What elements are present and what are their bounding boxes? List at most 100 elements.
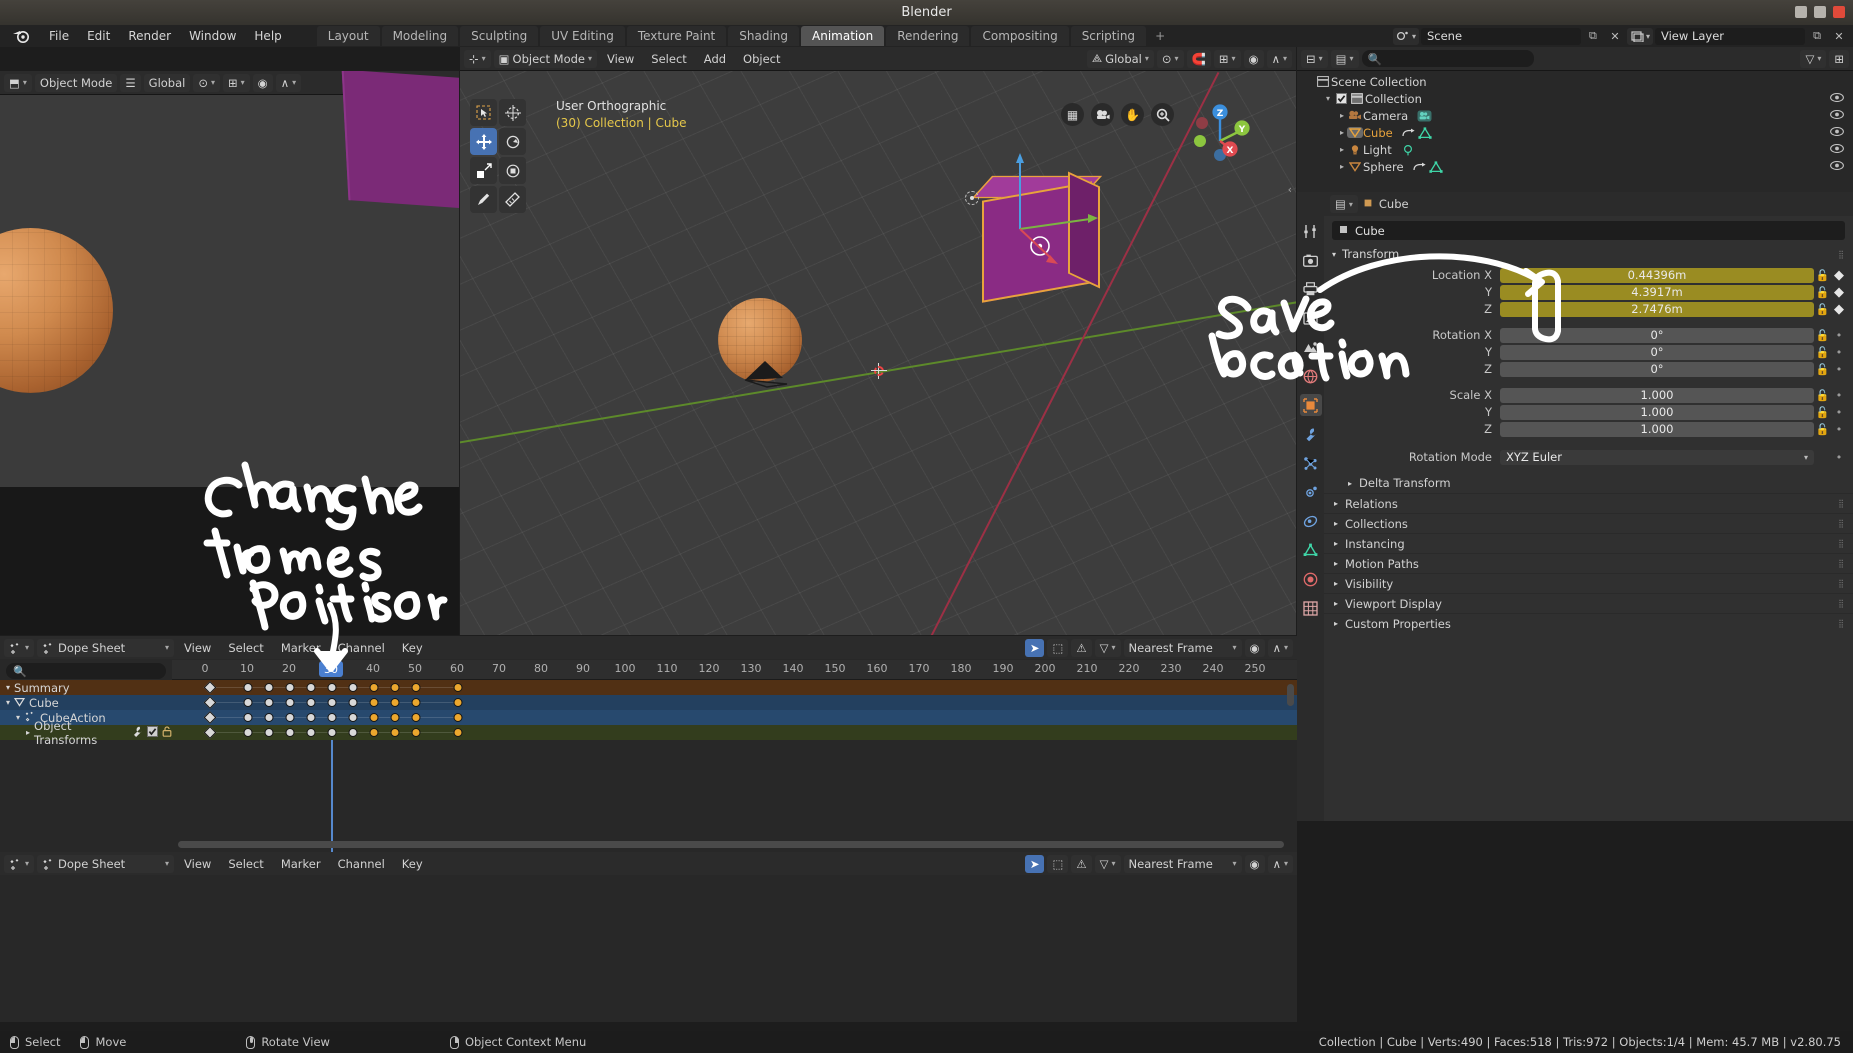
panel-custom-properties[interactable]: ▸ Custom Properties ⣿ — [1324, 613, 1853, 633]
properties-tab-physics[interactable] — [1300, 481, 1322, 503]
viewport-menu-select[interactable]: Select — [644, 52, 693, 66]
wrench-icon[interactable] — [131, 726, 143, 740]
lock-icon[interactable] — [162, 725, 172, 740]
scale-tool[interactable] — [470, 157, 497, 184]
rotation-x-field[interactable]: 0° — [1500, 327, 1814, 343]
left-orientation-selector[interactable]: Global — [143, 73, 191, 92]
properties-tab-output[interactable] — [1300, 278, 1322, 300]
scale-x-field[interactable]: 1.000 — [1500, 387, 1814, 403]
properties-tab-render[interactable] — [1300, 249, 1322, 271]
dopesheet-bottom-menu-channel[interactable]: Channel — [331, 857, 392, 871]
3d-viewport[interactable]: ⊹ ▾ ▣ Object Mode ▾ View Select Add Object… — [460, 47, 1296, 635]
panel-relations[interactable]: ▸ Relations ⣿ — [1324, 493, 1853, 513]
close-button[interactable] — [1833, 6, 1845, 18]
menu-file[interactable]: File — [40, 27, 78, 45]
dopesheet-vertical-scrollbar[interactable] — [1287, 684, 1294, 706]
tweak-tool[interactable] — [470, 99, 497, 126]
left-snap-icon[interactable]: ⊞ ▾ — [223, 73, 250, 92]
dopesheet-only-selected-button[interactable]: ⬚ — [1047, 638, 1069, 657]
properties-tab-constraints[interactable] — [1300, 510, 1322, 532]
scene-duplicate-icon[interactable]: ⧉ — [1583, 28, 1603, 45]
properties-tab-texture[interactable] — [1300, 597, 1322, 619]
workspace-tab-scripting[interactable]: Scripting — [1070, 26, 1147, 46]
location-x-keyframe-icon[interactable]: ◆ — [1831, 268, 1847, 283]
left-preview-editor[interactable]: ⬒ ▾ Object Mode ☰ Global ⊙ ▾ ⊞ ▾ ◉ ∧ ▾ — [0, 71, 459, 487]
cube-visibility-eye-icon[interactable] — [1830, 126, 1844, 139]
dopesheet-bottom-proportional-edit-button[interactable]: ➤ — [1024, 854, 1045, 873]
view-layer-name-field[interactable]: View Layer — [1655, 27, 1805, 45]
dopesheet-falloff-icon[interactable]: ∧ ▾ — [1267, 638, 1293, 657]
rotation-mode-keyframe-icon[interactable]: • — [1831, 451, 1847, 464]
menu-edit[interactable]: Edit — [78, 27, 119, 45]
dopesheet-bottom-editor-type-icon[interactable]: ▾ — [4, 854, 35, 873]
outliner-row-cube[interactable]: ▸ Cube — [1297, 124, 1853, 141]
animation-icon[interactable] — [1401, 127, 1417, 139]
properties-tab-particles[interactable] — [1300, 452, 1322, 474]
panel-delta-transform[interactable]: ▸ Delta Transform — [1324, 473, 1853, 493]
dopesheet-horizontal-scrollbar[interactable] — [178, 841, 1284, 848]
location-x-lock-icon[interactable]: 🔓 — [1814, 269, 1831, 282]
dopesheet-snap-mode-dropdown[interactable]: Nearest Frame ▾ — [1123, 638, 1242, 657]
camera-view-icon[interactable] — [1091, 103, 1114, 126]
dopesheet-bottom-only-selected-button[interactable]: ⬚ — [1047, 854, 1069, 873]
dopesheet-bottom-snap-mode-dropdown[interactable]: Nearest Frame ▾ — [1123, 854, 1242, 873]
snap-magnet-icon[interactable]: 🧲 — [1186, 49, 1211, 68]
window-controls[interactable] — [1795, 6, 1845, 18]
sphere-visibility-eye-icon[interactable] — [1830, 160, 1844, 173]
light-expand-arrow-icon[interactable]: ▸ — [1337, 145, 1347, 154]
outliner-filter-icon[interactable]: ▽ ▾ — [1800, 49, 1827, 68]
panel-instancing[interactable]: ▸ Instancing ⣿ — [1324, 533, 1853, 553]
channel-row-cubeaction[interactable]: ▾ CubeAction — [0, 710, 1297, 725]
current-frame-indicator[interactable]: 30 — [319, 661, 343, 677]
mesh-data-icon[interactable] — [1417, 126, 1433, 139]
location-y-keyframe-icon[interactable]: ◆ — [1831, 285, 1847, 300]
properties-tab-tool[interactable] — [1300, 220, 1322, 242]
left-pivot-icon[interactable]: ⊙ ▾ — [193, 73, 220, 92]
light-visibility-eye-icon[interactable] — [1830, 143, 1844, 156]
object-name-field[interactable]: Cube — [1332, 221, 1845, 240]
properties-editor[interactable]: ▤ ▾ Cube Cube ▾ Transform ⣿ Location X 0… — [1297, 192, 1853, 821]
properties-tab-scene[interactable] — [1300, 336, 1322, 358]
panel-visibility[interactable]: ▸ Visibility ⣿ — [1324, 573, 1853, 593]
dopesheet-bottom-falloff-icon[interactable]: ∧ ▾ — [1267, 854, 1293, 873]
rotation-z-field[interactable]: 0° — [1500, 361, 1814, 377]
location-y-lock-icon[interactable]: 🔓 — [1814, 286, 1831, 299]
dopesheet-editor-type-icon[interactable]: ▾ — [4, 638, 35, 657]
object-mode-selector[interactable]: ▣ Object Mode ▾ — [493, 49, 597, 68]
blender-logo-icon[interactable] — [12, 28, 30, 44]
rotation-y-lock-icon[interactable]: 🔓 — [1814, 346, 1831, 359]
panel-collections[interactable]: ▸ Collections ⣿ — [1324, 513, 1853, 533]
outliner-search-input[interactable]: 🔍 — [1361, 50, 1534, 67]
channel-track-cubeaction[interactable] — [172, 710, 1297, 725]
scale-z-lock-icon[interactable]: 🔓 — [1814, 423, 1831, 436]
zoom-view-icon[interactable] — [1151, 103, 1174, 126]
move-gizmo[interactable] — [1000, 153, 1120, 291]
rotation-z-keyframe-icon[interactable]: • — [1831, 363, 1847, 376]
maximize-button[interactable] — [1814, 6, 1826, 18]
transform-panel-title[interactable]: ▾ Transform ⣿ — [1324, 244, 1853, 264]
workspace-tab-shading[interactable]: Shading — [728, 26, 799, 46]
dopesheet-menu-channel[interactable]: Channel — [331, 641, 392, 655]
dopesheet-show-errors-button[interactable]: ⚠ — [1071, 638, 1092, 657]
sidebar-collapse-icon[interactable]: ‹ — [1288, 183, 1292, 196]
channel-name-summary[interactable]: ▾ Summary — [0, 680, 172, 695]
channel-name-cube[interactable]: ▾ Cube — [0, 695, 172, 710]
workspace-tab-texture-paint[interactable]: Texture Paint — [626, 26, 727, 46]
channel-row-summary[interactable]: ▾ Summary — [0, 680, 1297, 695]
properties-tab-modifiers[interactable] — [1300, 423, 1322, 445]
pivot-point-icon[interactable]: ⊙ ▾ — [1156, 49, 1184, 68]
panel-viewport-display[interactable]: ▸ Viewport Display ⣿ — [1324, 593, 1853, 613]
annotate-tool[interactable] — [470, 186, 497, 213]
left-falloff-icon[interactable]: ∧ ▾ — [275, 73, 302, 92]
outliner-row-camera[interactable]: ▸ Camera — [1297, 107, 1853, 124]
scale-y-keyframe-icon[interactable]: • — [1831, 406, 1847, 419]
outliner-editor[interactable]: ⊟ ▾ ▤ ▾ 🔍 ▽ ▾ ⊞ Scene Collection ▾ Colle… — [1297, 47, 1853, 192]
properties-editor-type-icon[interactable]: ▤ ▾ — [1330, 195, 1358, 213]
channel-row-cube[interactable]: ▾ Cube — [0, 695, 1297, 710]
left-mode-selector[interactable]: Object Mode — [34, 73, 118, 92]
summary-expand-arrow-icon[interactable]: ▾ — [6, 683, 10, 692]
dopesheet-bottom-menu-marker[interactable]: Marker — [274, 857, 328, 871]
view-layer-duplicate-icon[interactable]: ⧉ — [1807, 28, 1827, 45]
checkbox-icon[interactable] — [147, 725, 158, 740]
location-z-field[interactable]: 2.7476m — [1500, 301, 1814, 317]
